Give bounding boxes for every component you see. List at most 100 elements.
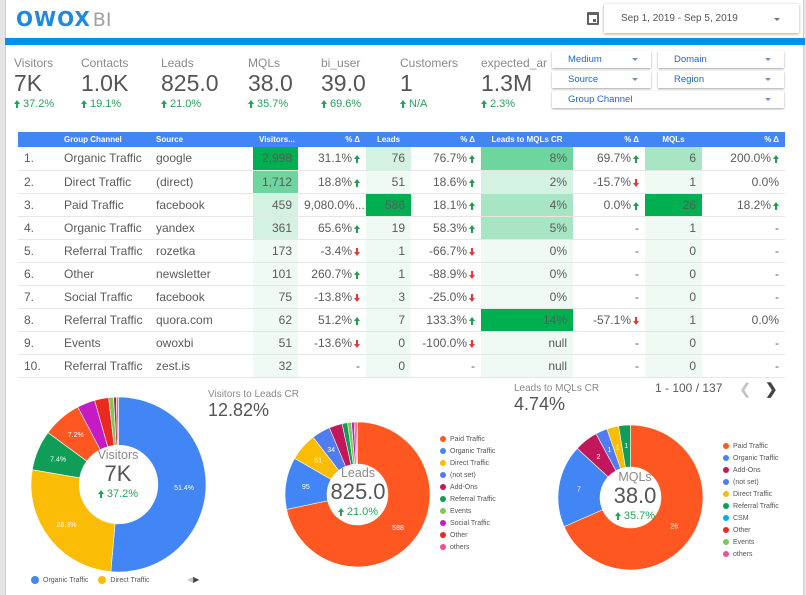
column-header-mqls[interactable]: MQLs xyxy=(645,132,702,147)
delta-value: - xyxy=(635,335,639,350)
legend-item[interactable]: Add-Ons xyxy=(440,481,496,493)
table-row[interactable]: 6. Other newsletter 101 260.7% 1 -88.9% 0% -0- xyxy=(18,262,785,286)
legend-item[interactable]: Referral Traffic xyxy=(440,493,496,505)
leads-donut-center: Leads 825.0 21.0% xyxy=(318,466,398,518)
legend-item[interactable]: others xyxy=(723,548,779,560)
mqls-cell: 0 xyxy=(645,354,702,378)
filter-source[interactable]: Source xyxy=(552,71,651,88)
visitors-cell: 459 xyxy=(253,193,298,217)
legend-item[interactable]: Paid Traffic xyxy=(723,440,779,452)
kpi-value: 7K xyxy=(14,70,43,96)
column-header-leads-delta[interactable]: % Δ xyxy=(411,132,481,147)
legend-item[interactable]: (not set) xyxy=(440,469,496,481)
donut-slice-label: 51 xyxy=(314,458,322,465)
kpi-delta-value: 69.6% xyxy=(330,98,362,110)
legend-item[interactable]: Organic Traffic xyxy=(440,445,496,457)
leads-delta-cell: 58.3% xyxy=(411,216,481,240)
date-range-picker[interactable]: Sep 1, 2019 - Sep 5, 2019 xyxy=(604,4,799,33)
leads-chart-legend: Paid Traffic Organic Traffic Direct Traffi… xyxy=(440,433,496,553)
arrow-up-icon xyxy=(469,316,475,325)
mqls-delta-cell: 0.0% xyxy=(702,308,785,332)
arrow-up-icon xyxy=(354,178,360,187)
legend-color-swatch xyxy=(440,448,446,454)
legend-label: Paid Traffic xyxy=(450,435,485,443)
filter-medium[interactable]: Medium xyxy=(552,51,651,68)
mqls-donut-center: MQLs 38.0 35.7% xyxy=(595,470,675,522)
visitors-cell: 32 xyxy=(253,354,298,378)
legend-color-swatch xyxy=(440,436,446,442)
donut-delta: 21.0% xyxy=(318,506,398,518)
arrow-up-icon xyxy=(469,201,475,210)
next-page-button[interactable]: ❯ xyxy=(765,380,778,398)
legend-item[interactable]: Referral Traffic xyxy=(723,500,779,512)
kpi-label: MQLs xyxy=(248,56,281,70)
delta-value: 58.3% xyxy=(432,220,467,235)
delta-value: - xyxy=(635,358,639,373)
arrow-up-icon xyxy=(400,100,406,108)
donut-slice-label: 95 xyxy=(302,484,310,491)
column-header-group-channel[interactable]: Group Channel xyxy=(58,132,150,147)
delta-value: - xyxy=(356,358,360,373)
legend-color-swatch xyxy=(723,515,729,521)
legend-item[interactable]: Other xyxy=(440,529,496,541)
table-row[interactable]: 9. Events owoxbi 51 -13.6% 0 -100.0% null -0- xyxy=(18,331,785,355)
visitors-delta-cell: -3.4% xyxy=(298,239,366,263)
legend-item[interactable]: Social Traffic xyxy=(440,517,496,529)
delta-value: - xyxy=(635,266,639,281)
legend-color-swatch xyxy=(440,508,446,514)
cr-delta-cell: - xyxy=(573,262,645,286)
legend-item[interactable]: CSM xyxy=(723,512,779,524)
cr-delta-cell: - xyxy=(573,331,645,355)
filter-region[interactable]: Region xyxy=(658,71,784,88)
donut-delta: 37.2% xyxy=(73,488,163,500)
kpi-value: 39.0 xyxy=(321,70,366,96)
legend-item[interactable]: Events xyxy=(723,536,779,548)
table-row[interactable]: 3. Paid Traffic facebook 459 9,080.0%... 586 1… xyxy=(18,193,785,217)
table-row[interactable]: 8. Referral Traffic quora.com 62 51.2% 7 133.3… xyxy=(18,308,785,332)
donut-title: Leads xyxy=(340,466,376,480)
column-header-leads-to-mqls-cr[interactable]: Leads to MQLs CR xyxy=(481,132,573,147)
column-header-leads[interactable]: Leads xyxy=(366,132,411,147)
group-channel-cell: Social Traffic xyxy=(58,285,150,309)
delta-value: -66.7% xyxy=(428,243,467,258)
column-header-mqls-delta[interactable]: % Δ xyxy=(702,132,785,147)
mqls-cell: 1 xyxy=(645,170,702,194)
filter-group-channel[interactable]: Group Channel xyxy=(552,91,784,108)
group-channel-cell: Paid Traffic xyxy=(58,193,150,217)
column-header-source[interactable]: Source xyxy=(150,132,253,147)
chevron-down-icon xyxy=(632,78,638,81)
column-header-visitors[interactable]: Visitors... xyxy=(253,132,298,147)
legend-item[interactable]: Direct Traffic xyxy=(98,576,150,584)
source-cell: yandex xyxy=(150,216,253,240)
previous-page-button[interactable]: ❮ xyxy=(739,380,752,398)
legend-next-button[interactable]: ▶ xyxy=(193,575,199,584)
leads-to-mqls-cr-cell: null xyxy=(481,354,573,378)
legend-item[interactable]: Direct Traffic xyxy=(723,488,779,500)
delta-value: 18.1% xyxy=(432,197,467,212)
kpi-label: Contacts xyxy=(81,56,129,70)
legend-item[interactable]: Organic Traffic xyxy=(723,452,779,464)
kpi-label: Visitors xyxy=(14,56,54,70)
column-header-visitors-delta[interactable]: % Δ xyxy=(298,132,366,147)
leads-to-mqls-cr-cell: 5% xyxy=(481,216,573,240)
table-row[interactable]: 4. Organic Traffic yandex 361 65.6% 19 58.3% 5%… xyxy=(18,216,785,240)
table-row[interactable]: 2. Direct Traffic (direct) 1,712 18.8% 51 18.6… xyxy=(18,170,785,194)
group-channel-cell: Referral Traffic xyxy=(58,239,150,263)
legend-item[interactable]: Events xyxy=(440,505,496,517)
filter-domain[interactable]: Domain xyxy=(658,51,784,68)
legend-item[interactable]: Direct Traffic xyxy=(440,457,496,469)
legend-item[interactable]: Organic Traffic xyxy=(31,576,88,584)
legend-item[interactable]: Paid Traffic xyxy=(440,433,496,445)
legend-item[interactable]: others xyxy=(440,541,496,553)
arrow-down-icon xyxy=(469,247,475,256)
column-header-cr-delta[interactable]: % Δ xyxy=(573,132,645,147)
legend-item[interactable]: Other xyxy=(723,524,779,536)
legend-item[interactable]: Add-Ons xyxy=(723,464,779,476)
table-row[interactable]: 1. Organic Traffic google 2,998 31.1% 76 76.7%… xyxy=(18,147,785,171)
table-row[interactable]: 10. Referral Traffic zest.is 32-0- null -0- xyxy=(18,354,785,378)
table-row[interactable]: 5. Referral Traffic rozetka 173 -3.4% 1 -66.7%… xyxy=(18,239,785,263)
donut-slice-label: 51.4% xyxy=(174,485,194,492)
row-index: 4. xyxy=(18,216,58,240)
table-row[interactable]: 7. Social Traffic facebook 75 -13.8% 3 -25.0% 0… xyxy=(18,285,785,309)
legend-item[interactable]: (not set) xyxy=(723,476,779,488)
